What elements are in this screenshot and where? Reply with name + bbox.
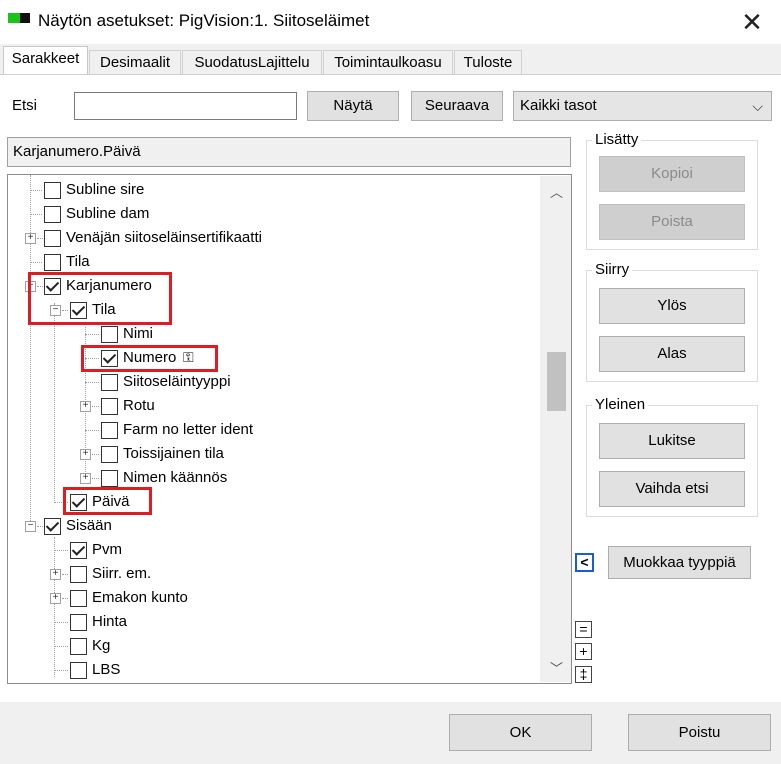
switch-search-button[interactable]: Vaihda etsi [599,471,745,507]
tree-label: LBS [92,661,121,678]
tab-suodatuslajittelu[interactable]: SuodatusLajittelu [182,50,322,76]
checkbox-checked[interactable] [44,518,61,535]
expand-icon[interactable]: + [80,473,91,484]
tree-label: Farm no letter ident [123,421,254,438]
lock-button[interactable]: Lukitse [599,423,745,459]
level-select-value: Kaikki tasot [520,97,597,114]
checkbox[interactable] [44,182,61,199]
tree-label: Tila [66,253,90,270]
highlight-box [81,345,218,372]
tree-label: Subline dam [66,205,150,222]
move-down-button[interactable]: Alas [599,336,745,372]
delete-button[interactable]: Poista [599,204,745,240]
tab-sarakkeet[interactable]: Sarakkeet [3,46,88,76]
collapse-icon[interactable]: − [25,521,36,532]
checkbox[interactable] [101,470,118,487]
tree-label: Sisään [66,517,112,534]
scrollbar-thumb[interactable] [547,352,566,411]
tree-label: Nimen käännös [123,469,228,486]
next-button[interactable]: Seuraava [411,91,503,121]
general-group-label: Yleinen [592,396,649,414]
expand-icon[interactable]: + [50,593,61,604]
tree-label: Subline sire [66,181,145,198]
checkbox[interactable] [44,206,61,223]
level-select[interactable]: Kaikki tasot ⌵ [513,91,772,121]
tab-toimintaulkoasu[interactable]: Toimintaulkoasu [323,50,453,76]
search-input[interactable] [74,92,297,120]
size-expand-button[interactable]: ‡ [575,666,592,683]
tree-label: Hinta [92,613,128,630]
size-equal-button[interactable]: = [575,621,592,638]
checkbox[interactable] [101,446,118,463]
highlight-box [63,487,152,515]
checkbox[interactable] [101,422,118,439]
column-tree[interactable]: Subline sire Subline dam + Venäjän siito… [7,174,572,684]
tree-guide [54,537,55,677]
scroll-down-icon[interactable]: ﹀ [547,658,566,677]
close-icon[interactable]: ✕ [734,6,770,38]
tree-scrollbar[interactable] [540,176,571,682]
window-title: Näytön asetukset: PigVision:1. Siitoselä… [38,11,370,30]
move-group-label: Siirry [592,261,633,279]
tree-label: Nimi [123,325,153,342]
checkbox[interactable] [101,326,118,343]
checkbox[interactable] [70,638,87,655]
tree-guide [30,175,31,525]
chevron-down-icon: ⌵ [752,98,763,114]
tab-tuloste[interactable]: Tuloste [454,50,522,76]
checkbox[interactable] [70,614,87,631]
tree-label: Siitoseläintyyppi [123,373,231,390]
tree-label: Kg [92,637,111,654]
expand-icon[interactable]: + [25,233,36,244]
exit-button[interactable]: Poistu [628,714,771,751]
checkbox[interactable] [101,398,118,415]
tree-label: Siirr. em. [92,565,152,582]
move-up-button[interactable]: Ylös [599,288,745,324]
tree-guide [54,303,55,503]
expand-icon[interactable]: + [80,401,91,412]
tab-desimaalit[interactable]: Desimaalit [89,50,181,76]
show-button[interactable]: Näytä [307,91,399,121]
expand-icon[interactable]: + [80,449,91,460]
scroll-up-icon[interactable]: ︿ [547,182,566,201]
expand-icon[interactable]: + [50,569,61,580]
tree-label: Emakon kunto [92,589,188,606]
app-icon [8,13,30,23]
checkbox[interactable] [101,374,118,391]
collapse-arrow-button[interactable]: < [575,553,594,572]
tree-label: Rotu [123,397,155,414]
added-group-label: Lisätty [592,131,642,149]
size-plus-button[interactable]: + [575,643,592,660]
checkbox[interactable] [44,254,61,271]
ok-button[interactable]: OK [449,714,592,751]
copy-button[interactable]: Kopioi [599,156,745,192]
tree-label: Pvm [92,541,122,558]
edit-type-button[interactable]: Muokkaa tyyppiä [608,546,751,579]
checkbox[interactable] [44,230,61,247]
checkbox[interactable] [70,566,87,583]
checkbox-checked[interactable] [70,542,87,559]
tree-label: Toissijainen tila [123,445,224,462]
tree-label: Venäjän siitoseläinsertifikaatti [66,229,262,246]
path-field: Karjanumero.Päivä [7,137,571,167]
checkbox[interactable] [70,590,87,607]
search-label: Etsi [12,97,38,114]
checkbox[interactable] [70,662,87,679]
highlight-box [28,272,172,325]
